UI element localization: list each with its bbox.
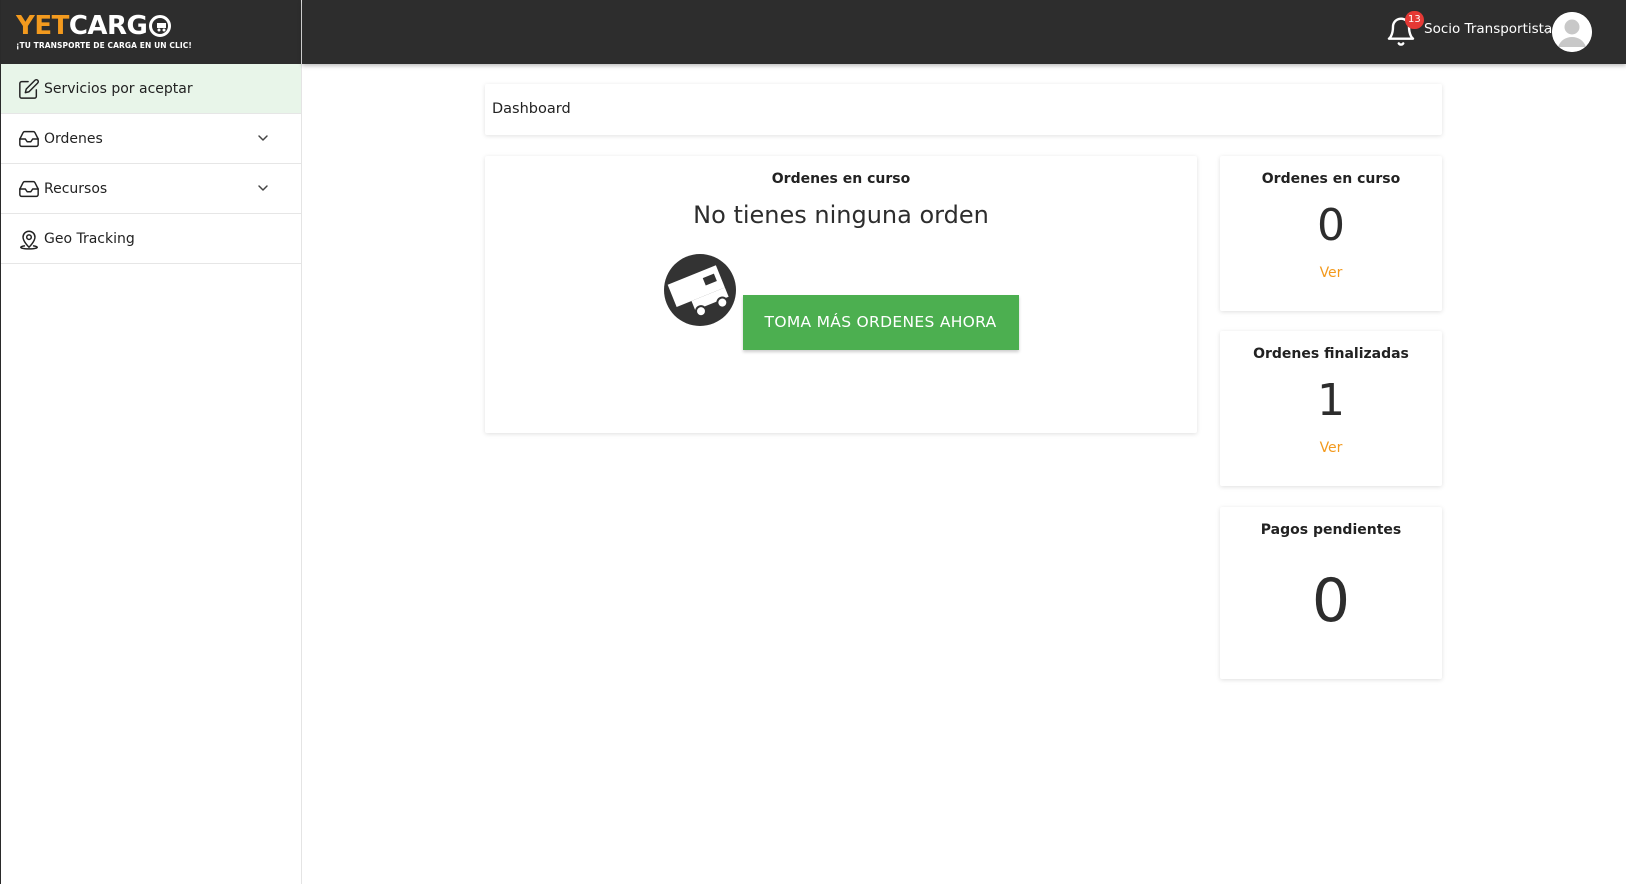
- sidebar-item-label: Recursos: [44, 180, 108, 197]
- logo-yet: YET: [16, 11, 69, 41]
- sidebar-item-ordenes[interactable]: Ordenes: [1, 114, 301, 164]
- user-menu-name[interactable]: Socio Transportista: [1424, 21, 1552, 37]
- logo-cargo: CARG: [68, 11, 148, 41]
- sidebar-item-servicios-por-aceptar[interactable]: Servicios por aceptar: [1, 64, 301, 114]
- stat-title: Ordenes finalizadas: [1253, 346, 1409, 362]
- sidebar-item-label: Servicios por aceptar: [44, 80, 193, 97]
- edit-icon: [17, 77, 41, 101]
- user-avatar-icon: [1552, 12, 1592, 52]
- stat-title: Ordenes en curso: [1261, 171, 1401, 187]
- sidebar-menu: Servicios por aceptar Ordenes Recursos G…: [1, 64, 301, 264]
- inbox-icon: [17, 127, 41, 151]
- stat-value: 1: [1317, 375, 1345, 426]
- breadcrumb-current: Dashboard: [492, 101, 571, 117]
- chevron-down-icon[interactable]: [255, 180, 271, 196]
- chevron-down-icon[interactable]: [1542, 27, 1552, 37]
- stat-card-pending-payments: Pagos pendientes 0: [1220, 507, 1442, 679]
- brand-logo[interactable]: YET CARG ¡TU TRANSPORTE DE CARGA EN UN CL…: [1, 0, 301, 64]
- sidebar-item-geo-tracking[interactable]: Geo Tracking: [1, 214, 301, 264]
- take-more-orders-button[interactable]: TOMA MÁS ORDENES AHORA: [742, 295, 1019, 350]
- empty-state-message: No tienes ninguna orden: [693, 201, 989, 229]
- card-title: Ordenes en curso: [771, 171, 911, 187]
- logo-truck-icon: [149, 15, 172, 37]
- stat-value: 0: [1317, 200, 1345, 251]
- top-navbar: 13 Socio Transportista: [302, 0, 1626, 64]
- truck-icon: [664, 254, 737, 326]
- chevron-down-icon[interactable]: [255, 130, 271, 146]
- inbox-icon: [17, 177, 41, 201]
- sidebar: YET CARG ¡TU TRANSPORTE DE CARGA EN UN CL…: [0, 0, 302, 884]
- stat-title: Pagos pendientes: [1260, 522, 1402, 538]
- view-orders-completed-link[interactable]: Ver: [1320, 440, 1343, 456]
- sidebar-item-label: Geo Tracking: [44, 230, 135, 247]
- sidebar-item-label: Ordenes: [44, 130, 103, 147]
- orders-in-progress-card: Ordenes en curso No tienes ninguna orden…: [485, 156, 1197, 433]
- sidebar-item-recursos[interactable]: Recursos: [1, 164, 301, 214]
- notification-badge: 13: [1405, 11, 1424, 29]
- logo-tagline: ¡TU TRANSPORTE DE CARGA EN UN CLIC!: [16, 41, 192, 50]
- app: YET CARG ¡TU TRANSPORTE DE CARGA EN UN CL…: [0, 0, 1626, 884]
- logo-wordmark: YET CARG: [16, 13, 301, 39]
- location-pin-icon: [17, 227, 41, 251]
- view-orders-in-progress-link[interactable]: Ver: [1320, 265, 1343, 281]
- stat-card-orders-in-progress: Ordenes en curso 0 Ver: [1220, 156, 1442, 311]
- user-avatar[interactable]: [1552, 12, 1592, 52]
- stat-value: 0: [1311, 566, 1351, 636]
- breadcrumb: Dashboard: [485, 84, 1442, 135]
- stat-card-orders-completed: Ordenes finalizadas 1 Ver: [1220, 331, 1442, 486]
